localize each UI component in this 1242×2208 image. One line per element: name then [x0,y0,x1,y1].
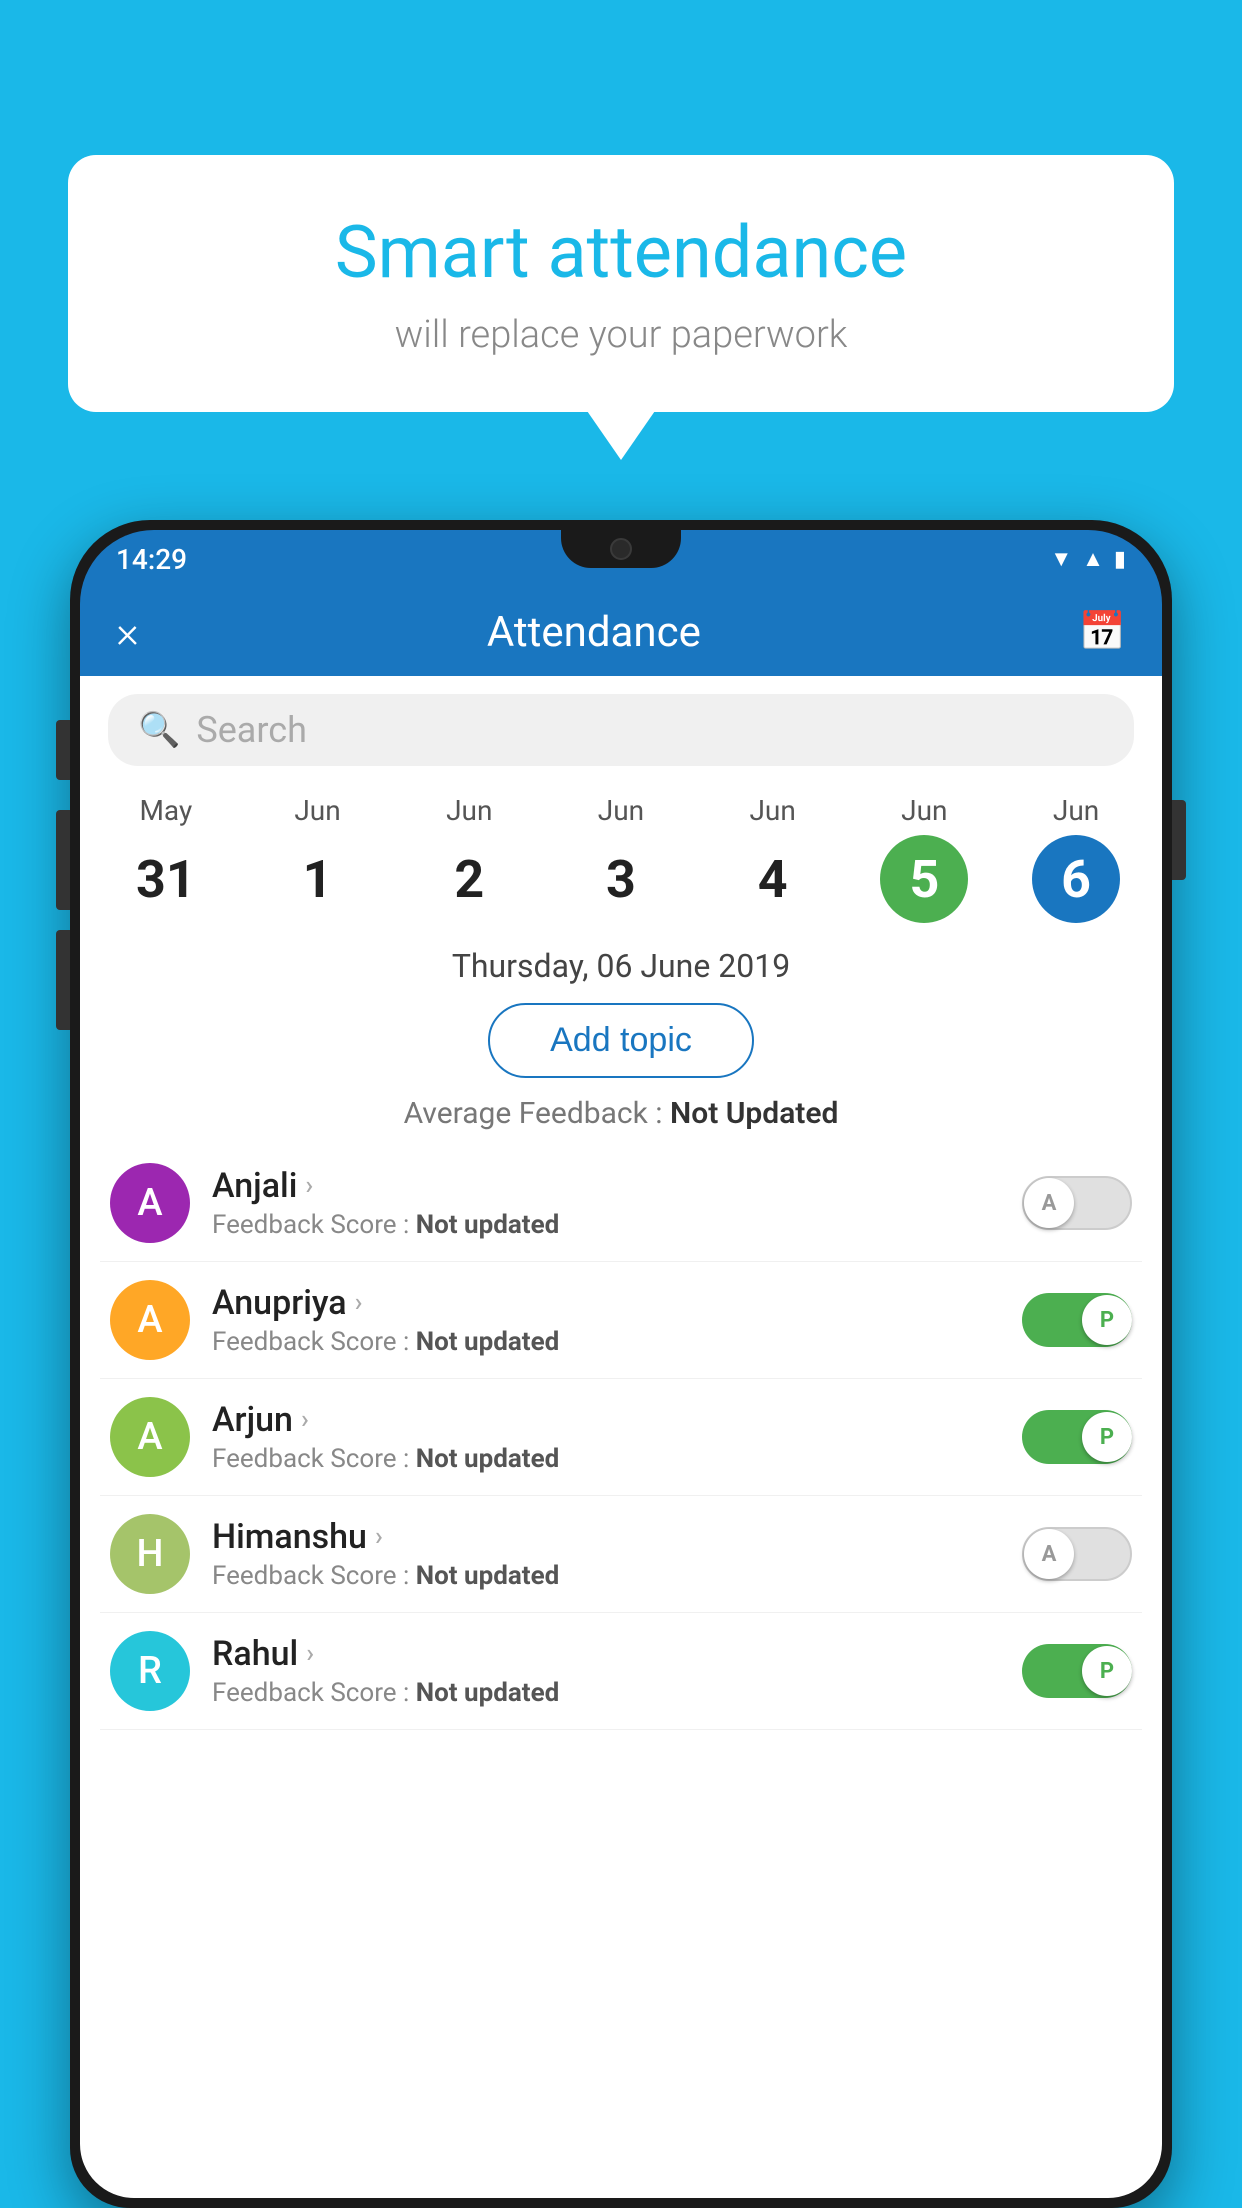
calendar-icon[interactable]: 📅 [1079,610,1126,654]
student-info: Rahul › Feedback Score : Not updated [212,1634,1000,1708]
search-icon: 🔍 [138,710,180,750]
close-button[interactable]: × [116,610,139,654]
calendar-day-31[interactable]: May 31 [111,794,221,923]
attendance-toggle[interactable]: A [1022,1527,1132,1581]
status-icons: ▼ ▲ ▮ [1050,546,1126,572]
calendar-day-1[interactable]: Jun 1 [263,794,373,923]
app-title: Attendance [139,608,1049,657]
avatar: A [110,1163,190,1243]
attendance-toggle[interactable]: A [1022,1176,1132,1230]
calendar-strip: May 31 Jun 1 Jun 2 Jun 3 Jun 4 Jun 5 Jun 6 [80,776,1162,933]
volume-down-button [56,930,70,1030]
student-feedback: Feedback Score : Not updated [212,1561,1000,1591]
speech-bubble: Smart attendance will replace your paper… [68,155,1174,412]
search-bar[interactable]: 🔍 Search [108,694,1134,766]
status-bar: 14:29 ▼ ▲ ▮ [80,530,1162,588]
date-label: Thursday, 06 June 2019 [80,933,1162,993]
notch [561,530,681,568]
cal-date-number: 1 [274,835,362,923]
volume-silent-button [56,720,70,780]
student-info: Anjali › Feedback Score : Not updated [212,1166,1000,1240]
student-feedback: Feedback Score : Not updated [212,1210,1000,1240]
toggle-knob: A [1024,1529,1074,1579]
chevron-right-icon: › [305,1171,313,1201]
cal-date-number: 2 [425,835,513,923]
student-info: Anupriya › Feedback Score : Not updated [212,1283,1000,1357]
attendance-toggle[interactable]: P [1022,1644,1132,1698]
calendar-day-2[interactable]: Jun 2 [414,794,524,923]
chevron-right-icon: › [375,1522,383,1552]
student-item-0: A Anjali › Feedback Score : Not updated A [100,1145,1142,1262]
toggle-knob: P [1082,1295,1132,1345]
toggle-knob: A [1024,1178,1074,1228]
student-name[interactable]: Himanshu › [212,1517,1000,1557]
cal-month-label: May [139,794,192,827]
cal-date-number: 6 [1032,835,1120,923]
student-feedback: Feedback Score : Not updated [212,1327,1000,1357]
speech-subtitle: will replace your paperwork [128,313,1114,357]
add-topic-button[interactable]: Add topic [488,1003,754,1078]
calendar-day-5[interactable]: Jun 5 [869,794,979,923]
student-list: AAnjali ›Feedback Score : Not updatedAAA… [80,1145,1162,1730]
average-feedback: Average Feedback : Not Updated [80,1088,1162,1145]
toggle-knob: P [1082,1646,1132,1696]
speech-title: Smart attendance [128,210,1114,295]
attendance-toggle[interactable]: P [1022,1410,1132,1464]
speech-bubble-container: Smart attendance will replace your paper… [68,155,1174,412]
student-name[interactable]: Arjun › [212,1400,1000,1440]
student-info: Himanshu › Feedback Score : Not updated [212,1517,1000,1591]
calendar-day-4[interactable]: Jun 4 [718,794,828,923]
cal-date-number: 3 [577,835,665,923]
avatar: R [110,1631,190,1711]
phone-frame: 14:29 ▼ ▲ ▮ × Attendance 📅 🔍 Search [70,520,1172,2208]
student-feedback: Feedback Score : Not updated [212,1678,1000,1708]
attendance-toggle[interactable]: P [1022,1293,1132,1347]
avg-feedback-value: Not Updated [670,1096,838,1131]
cal-date-number: 31 [122,835,210,923]
battery-icon: ▮ [1114,547,1126,572]
app-bar: × Attendance 📅 [80,588,1162,676]
student-item-4: R Rahul › Feedback Score : Not updated P [100,1613,1142,1730]
search-input[interactable]: Search [196,709,307,751]
wifi-icon: ▼ [1050,546,1072,572]
cal-month-label: Jun [901,794,947,827]
chevron-right-icon: › [355,1288,363,1318]
chevron-right-icon: › [301,1405,309,1435]
avatar: A [110,1397,190,1477]
student-name[interactable]: Anupriya › [212,1283,1000,1323]
student-feedback: Feedback Score : Not updated [212,1444,1000,1474]
avg-feedback-label: Average Feedback : [404,1096,670,1131]
phone-content: 🔍 Search May 31 Jun 1 Jun 2 Jun 3 Jun 4 Jun 5 Jun 6 T… [80,676,1162,2198]
search-container: 🔍 Search [80,676,1162,776]
cal-date-number: 4 [729,835,817,923]
student-name[interactable]: Anjali › [212,1166,1000,1206]
signal-icon: ▲ [1082,546,1104,572]
calendar-day-3[interactable]: Jun 3 [566,794,676,923]
status-time: 14:29 [116,543,187,576]
power-button [1172,800,1186,880]
cal-date-number: 5 [880,835,968,923]
front-camera [610,538,632,560]
avatar: H [110,1514,190,1594]
phone-screen: 14:29 ▼ ▲ ▮ × Attendance 📅 🔍 Search [80,530,1162,2198]
cal-month-label: Jun [749,794,795,827]
volume-up-button [56,810,70,910]
calendar-day-6[interactable]: Jun 6 [1021,794,1131,923]
student-item-2: A Arjun › Feedback Score : Not updated P [100,1379,1142,1496]
student-name[interactable]: Rahul › [212,1634,1000,1674]
cal-month-label: Jun [598,794,644,827]
student-item-3: H Himanshu › Feedback Score : Not updated A [100,1496,1142,1613]
avatar: A [110,1280,190,1360]
cal-month-label: Jun [294,794,340,827]
cal-month-label: Jun [446,794,492,827]
student-info: Arjun › Feedback Score : Not updated [212,1400,1000,1474]
student-item-1: A Anupriya › Feedback Score : Not updated P [100,1262,1142,1379]
toggle-knob: P [1082,1412,1132,1462]
chevron-right-icon: › [306,1639,314,1669]
cal-month-label: Jun [1053,794,1099,827]
